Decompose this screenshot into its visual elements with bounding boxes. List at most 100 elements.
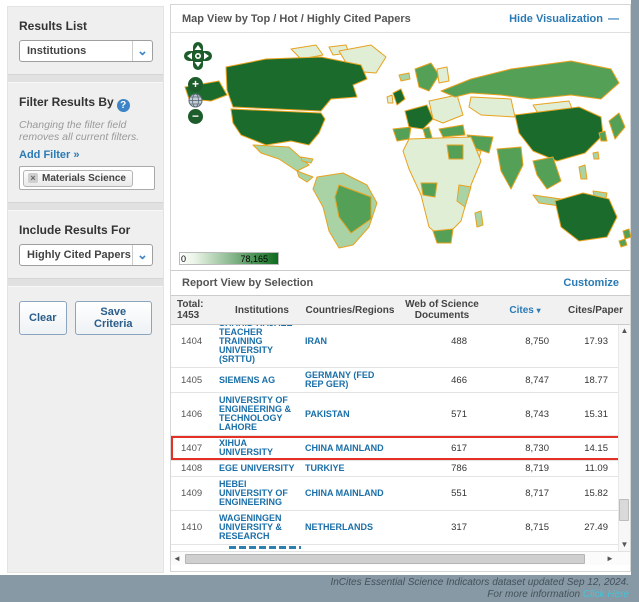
filter-by-label: Filter Results By? bbox=[19, 95, 152, 112]
filter-note: Changing the filter field removes all cu… bbox=[19, 119, 159, 143]
wos-docs-value: 551 bbox=[395, 489, 489, 498]
scroll-up-icon[interactable]: ▲ bbox=[621, 325, 629, 337]
filter-field[interactable]: × Materials Science bbox=[19, 166, 155, 190]
app-window: Results List Institutions ⌄ Filter Resul… bbox=[0, 0, 631, 575]
scroll-left-icon[interactable]: ◄ bbox=[171, 554, 183, 563]
scroll-right-icon[interactable]: ► bbox=[604, 554, 616, 563]
cites-column-header[interactable]: Cites ▾ bbox=[489, 305, 561, 316]
table-row-highlighted[interactable]: 1407 XIHUA UNIVERSITY CHINA MAINLAND 617… bbox=[171, 436, 630, 461]
add-filter-link[interactable]: Add Filter » bbox=[19, 149, 152, 161]
wos-docs-value: 617 bbox=[395, 444, 489, 453]
map-view-title: Map View by Top / Hot / Highly Cited Pap… bbox=[182, 13, 411, 25]
chevron-down-icon: ⌄ bbox=[132, 245, 152, 265]
institution-link[interactable]: SHAHID RAJAEE TEACHER TRAINING UNIVERSIT… bbox=[219, 325, 305, 364]
table-row[interactable]: 1404 SHAHID RAJAEE TEACHER TRAINING UNIV… bbox=[171, 325, 630, 368]
table-header-row: Total: 1453 Institutions Countries/Regio… bbox=[171, 295, 630, 325]
country-link[interactable]: IRAN bbox=[305, 337, 395, 346]
country-link[interactable]: PAKISTAN bbox=[305, 410, 395, 419]
institution-link[interactable]: UNIVERSITY OF ENGINEERING & TECHNOLOGY L… bbox=[219, 396, 305, 432]
legend-max-value: 78,165 bbox=[240, 254, 268, 264]
chevron-down-icon: ⌄ bbox=[132, 41, 152, 61]
table-body: 1404 SHAHID RAJAEE TEACHER TRAINING UNIV… bbox=[171, 325, 630, 551]
filter-tag-label: Materials Science bbox=[42, 173, 126, 184]
hide-visualization-link[interactable]: Hide Visualization— bbox=[509, 13, 619, 25]
include-results-select[interactable]: Highly Cited Papers ⌄ bbox=[19, 244, 153, 266]
institution-link[interactable]: WAGENINGEN UNIVERSITY & RESEARCH bbox=[219, 514, 305, 541]
cites-value: 8,743 bbox=[489, 410, 561, 419]
map-legend: 0 78,165 bbox=[179, 252, 279, 265]
vertical-scrollbar-thumb[interactable] bbox=[619, 499, 629, 521]
horizontal-scrollbar-thumb[interactable] bbox=[185, 554, 585, 564]
cites-value: 8,715 bbox=[489, 523, 561, 532]
wos-docs-value: 488 bbox=[395, 337, 489, 346]
institutions-column-header[interactable]: Institutions bbox=[219, 305, 305, 316]
report-view-title: Report View by Selection bbox=[182, 277, 313, 289]
cites-value: 8,717 bbox=[489, 489, 561, 498]
scroll-down-icon[interactable]: ▼ bbox=[621, 539, 629, 551]
country-link[interactable]: NETHERLANDS bbox=[305, 523, 395, 532]
rank-cell: 1409 bbox=[171, 489, 219, 498]
horizontal-scrollbar[interactable]: ◄ ► bbox=[171, 551, 630, 565]
zoom-out-button[interactable]: − bbox=[188, 109, 203, 124]
institution-link[interactable]: HEBEI UNIVERSITY OF ENGINEERING bbox=[219, 480, 305, 507]
rank-cell: 1407 bbox=[171, 444, 219, 453]
map-area: + − 0 78,165 bbox=[171, 33, 630, 270]
cites-paper-column-header[interactable]: Cites/Paper bbox=[561, 305, 630, 316]
globe-icon[interactable] bbox=[188, 93, 203, 108]
institution-link[interactable]: EGE UNIVERSITY bbox=[219, 464, 305, 473]
total-count-header: Total: 1453 bbox=[171, 299, 219, 321]
close-icon[interactable]: × bbox=[28, 173, 38, 183]
sidebar-divider bbox=[8, 202, 163, 211]
results-list-label: Results List bbox=[19, 19, 152, 33]
rank-cell: 1405 bbox=[171, 376, 219, 385]
save-criteria-button[interactable]: Save Criteria bbox=[75, 301, 152, 335]
clipped-next-row-text bbox=[229, 545, 630, 550]
results-list-select[interactable]: Institutions ⌄ bbox=[19, 40, 153, 62]
wos-docs-column-header[interactable]: Web of Science Documents bbox=[395, 299, 489, 321]
dataset-updated-text: InCites Essential Science Indicators dat… bbox=[0, 577, 629, 589]
legend-min-value: 0 bbox=[181, 254, 186, 264]
countries-column-header[interactable]: Countries/Regions bbox=[305, 305, 395, 316]
institution-link[interactable]: XIHUA UNIVERSITY bbox=[219, 439, 305, 457]
country-link[interactable]: CHINA MAINLAND bbox=[305, 444, 395, 453]
filter-tag: × Materials Science bbox=[23, 170, 133, 187]
results-list-value: Institutions bbox=[27, 45, 86, 57]
sidebar-divider bbox=[8, 278, 163, 287]
click-here-link[interactable]: Click Here bbox=[583, 589, 629, 600]
table-row[interactable]: 1408 EGE UNIVERSITY TURKIYE 786 8,719 11… bbox=[171, 461, 630, 477]
rank-cell: 1404 bbox=[171, 337, 219, 346]
pan-arrows-icon bbox=[183, 41, 213, 71]
cites-value: 8,719 bbox=[489, 464, 561, 473]
countries[interactable] bbox=[185, 45, 631, 248]
table-row[interactable]: 1409 HEBEI UNIVERSITY OF ENGINEERING CHI… bbox=[171, 477, 630, 511]
include-results-value: Highly Cited Papers bbox=[27, 249, 131, 261]
sort-descending-icon: ▾ bbox=[537, 306, 541, 315]
table-row[interactable]: 1410 WAGENINGEN UNIVERSITY & RESEARCH NE… bbox=[171, 511, 630, 545]
sidebar: Results List Institutions ⌄ Filter Resul… bbox=[7, 6, 164, 573]
rank-cell: 1408 bbox=[171, 464, 219, 473]
country-link[interactable]: GERMANY (FED REP GER) bbox=[305, 371, 395, 389]
cites-value: 8,750 bbox=[489, 337, 561, 346]
zoom-in-button[interactable]: + bbox=[188, 77, 203, 92]
help-icon[interactable]: ? bbox=[117, 99, 130, 112]
wos-docs-value: 571 bbox=[395, 410, 489, 419]
table-row[interactable]: 1406 UNIVERSITY OF ENGINEERING & TECHNOL… bbox=[171, 393, 630, 436]
rank-cell: 1406 bbox=[171, 410, 219, 419]
clear-button[interactable]: Clear bbox=[19, 301, 67, 335]
country-link[interactable]: TURKIYE bbox=[305, 464, 395, 473]
customize-link[interactable]: Customize bbox=[563, 277, 619, 289]
minus-icon: — bbox=[608, 13, 619, 25]
include-results-label: Include Results For bbox=[19, 223, 152, 237]
cites-value: 8,730 bbox=[489, 444, 561, 453]
rank-cell: 1410 bbox=[171, 523, 219, 532]
sidebar-divider bbox=[8, 74, 163, 83]
wos-docs-value: 466 bbox=[395, 376, 489, 385]
world-map[interactable] bbox=[171, 35, 636, 253]
page-footer: InCites Essential Science Indicators dat… bbox=[0, 575, 639, 602]
table-row[interactable]: 1405 SIEMENS AG GERMANY (FED REP GER) 46… bbox=[171, 368, 630, 393]
institution-link[interactable]: SIEMENS AG bbox=[219, 376, 305, 385]
country-link[interactable]: CHINA MAINLAND bbox=[305, 489, 395, 498]
more-info-text: For more information Click Here bbox=[0, 589, 629, 601]
map-pan-control[interactable] bbox=[183, 41, 213, 76]
wos-docs-value: 786 bbox=[395, 464, 489, 473]
